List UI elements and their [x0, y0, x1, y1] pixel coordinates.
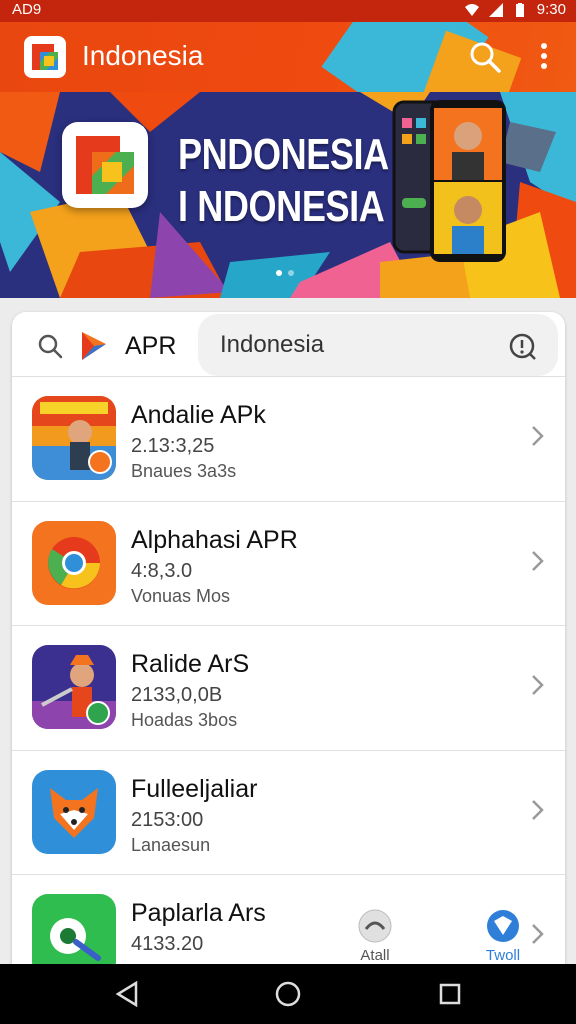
home-icon[interactable]	[272, 978, 304, 1010]
system-nav-bar	[0, 964, 576, 1024]
wifi-icon	[464, 3, 479, 16]
chevron-right-icon[interactable]	[529, 795, 547, 825]
battery-icon	[515, 2, 524, 17]
fox-icon	[32, 769, 116, 854]
app-name: Andalie APk	[131, 401, 266, 429]
carousel-dot[interactable]	[288, 270, 294, 276]
chevron-right-icon[interactable]	[529, 546, 547, 576]
app-list-card: APR Andalie APk 2.1	[12, 312, 565, 992]
mini-tab-twoll[interactable]: Twoll	[468, 909, 538, 964]
search-input[interactable]	[198, 314, 558, 376]
list-item[interactable]: Ralide ArS 2133,0,0B Hoadas 3bos	[12, 625, 565, 750]
status-time: 9:30	[536, 1, 566, 18]
search-icon[interactable]	[468, 40, 502, 74]
brand-play-icon	[82, 332, 106, 360]
app-name: Fulleeljaliar	[131, 774, 258, 803]
back-icon[interactable]	[112, 978, 144, 1010]
hero-banner[interactable]: PNDONESIA I NDONESIA	[0, 92, 576, 298]
app-name: Paplarla Ars	[131, 899, 266, 928]
status-icons: 9:30	[464, 1, 566, 18]
app-subtitle: Vonuas Mos	[131, 585, 231, 606]
mini-tab-atall[interactable]: Atall	[340, 909, 410, 964]
more-vert-icon[interactable]	[532, 38, 556, 74]
app-version: 4133.20	[131, 933, 204, 956]
list-item[interactable]: Fulleeljaliar 2153:00 Lanaesun	[12, 749, 565, 875]
search-row: APR	[12, 312, 565, 378]
status-left-text: AD9	[12, 1, 42, 18]
status-bar: AD9 9:30	[0, 0, 576, 22]
hero-title-line1: PNDONESIA	[178, 130, 389, 179]
browser-icon	[32, 520, 116, 605]
chevron-right-icon[interactable]	[529, 421, 547, 451]
list-item[interactable]: Andalie APk 2.13:3,25 Bnaues 3a3s	[12, 376, 565, 501]
game-warrior-icon	[32, 645, 116, 730]
hero-logo-icon	[62, 122, 148, 208]
app-bar: Indonesia	[0, 22, 576, 92]
mini-tab-label: Atall	[360, 947, 390, 965]
info-icon[interactable]	[508, 332, 536, 360]
signal-icon	[488, 2, 503, 17]
app-list: Andalie APk 2.13:3,25 Bnaues 3a3s Alphah…	[12, 376, 565, 992]
hero-title-line2: I NDONESIA	[178, 182, 385, 231]
app-version: 2153:00	[131, 808, 204, 831]
app-version: 2133,0,0B	[131, 684, 223, 707]
mini-tab-label: Twoll	[485, 947, 521, 965]
app-version: 4:8,3.0	[131, 559, 193, 582]
app-subtitle: Hoadas 3bos	[131, 710, 238, 731]
brand-label: APR	[125, 332, 177, 360]
chevron-right-icon[interactable]	[529, 919, 547, 949]
app-logo-icon	[24, 36, 66, 78]
phone-illustration	[392, 100, 506, 262]
app-subtitle: Bnaues 3a3s	[131, 461, 237, 481]
app-subtitle: Lanaesun	[131, 834, 211, 855]
search-icon[interactable]	[36, 332, 64, 360]
shield-icon	[487, 910, 519, 943]
list-item[interactable]: Alphahasi APR 4:8,3.0 Vonuas Mos	[12, 500, 565, 626]
app-version: 2.13:3,25	[131, 435, 215, 457]
app-title: Indonesia	[82, 40, 204, 71]
gauge-icon	[358, 909, 392, 943]
game-hero-icon	[32, 396, 116, 480]
app-name: Alphahasi APR	[131, 525, 298, 554]
recents-icon[interactable]	[434, 978, 466, 1010]
carousel-dot[interactable]	[276, 270, 282, 276]
chevron-right-icon[interactable]	[529, 670, 547, 700]
app-name: Ralide ArS	[131, 650, 250, 679]
carousel-dots	[276, 270, 294, 276]
